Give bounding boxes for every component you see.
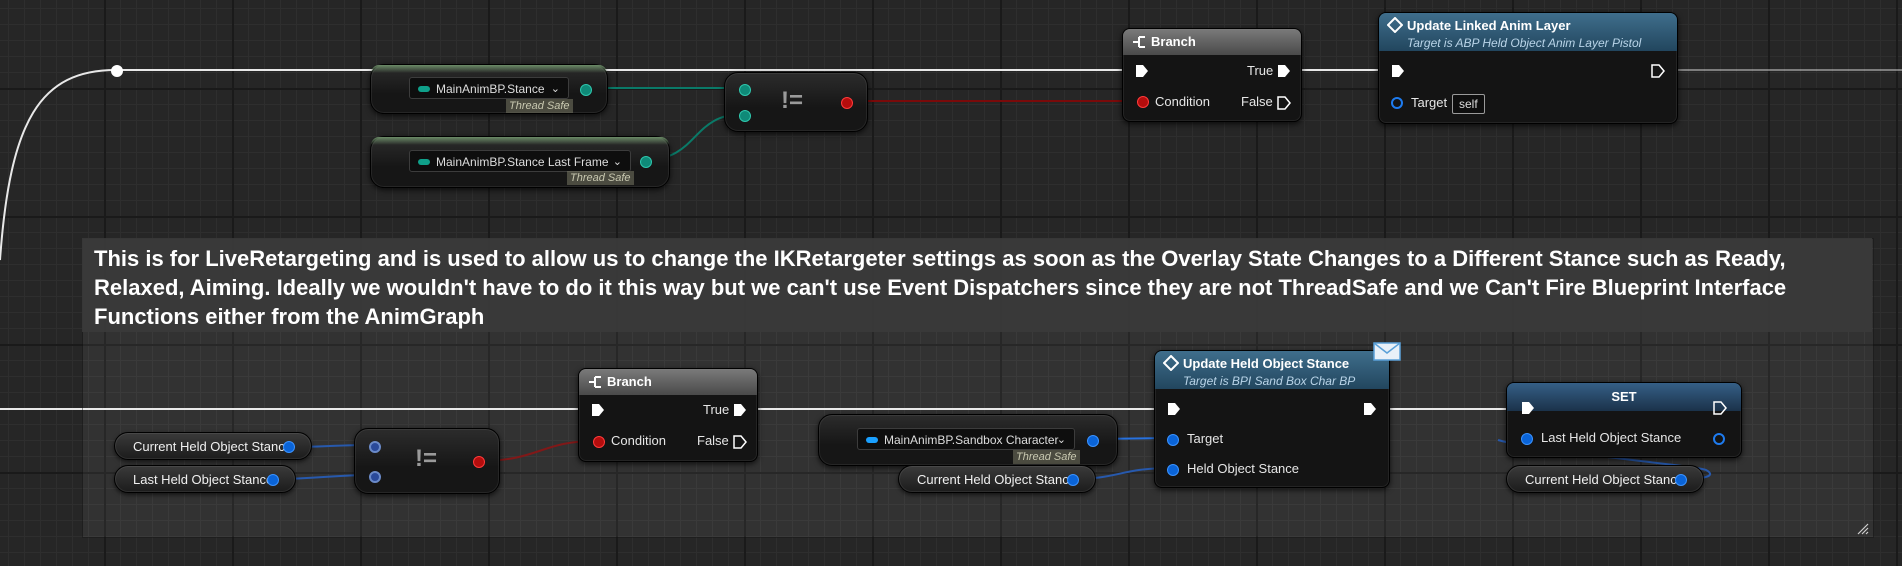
var-output-pin[interactable] [1675, 474, 1687, 486]
branch-header[interactable]: Branch [579, 369, 757, 395]
current-held-object-stance-var[interactable]: Current Held Object Stance [1506, 465, 1704, 493]
chevron-down-icon: ⌄ [612, 156, 622, 168]
set-header[interactable]: SET [1507, 383, 1741, 411]
exec-true-pin[interactable] [1277, 64, 1291, 78]
thread-safe-badge: Thread Safe [567, 171, 634, 185]
target-label: Target [1187, 431, 1224, 446]
target-pin[interactable] [1167, 434, 1179, 446]
getter-highlight [371, 137, 669, 145]
target-pin[interactable] [1391, 97, 1403, 109]
update-held-object-stance-subtitle: Target is BPI Sand Box Char BP [1183, 374, 1356, 388]
sandbox-character-var-box[interactable]: MainAnimBP.Sandbox Character ⌄ [857, 428, 1075, 450]
stance-getter-node[interactable]: MainAnimBP.Stance ⌄ Thread Safe [370, 64, 608, 114]
not-equal-symbol: != [415, 445, 438, 472]
var-output-pin[interactable] [283, 441, 295, 453]
function-icon [1163, 355, 1179, 371]
set-node[interactable]: SET Last Held Object Stance [1506, 382, 1742, 458]
chevron-down-icon: ⌄ [550, 83, 560, 95]
comment-text[interactable]: This is for LiveRetargeting and is used … [94, 244, 1854, 331]
thread-safe-badge: Thread Safe [1013, 450, 1080, 464]
update-held-object-stance-title: Update Held Object Stance [1183, 356, 1350, 371]
current-held-object-stance-var[interactable]: Current Held Object Stance [114, 432, 312, 460]
sandbox-character-output-pin[interactable] [1087, 435, 1099, 447]
exec-in-pin[interactable] [591, 403, 605, 417]
sandbox-character-getter-node[interactable]: MainAnimBP.Sandbox Character ⌄ Thread Sa… [818, 414, 1118, 466]
exec-out-pin[interactable] [1651, 64, 1665, 78]
branch-icon [589, 376, 601, 388]
value-in-pin[interactable] [1521, 433, 1533, 445]
var-label: Last Held Object Stance [133, 472, 274, 487]
not-equal-node[interactable]: != [724, 72, 868, 132]
chevron-down-icon: ⌄ [1056, 434, 1066, 446]
condition-pin[interactable] [593, 436, 605, 448]
value-out-pin[interactable] [1713, 433, 1725, 445]
input-a-pin[interactable] [739, 84, 751, 96]
target-self-field[interactable]: self [1452, 94, 1485, 114]
var-label: Current Held Object Stance [1525, 472, 1684, 487]
function-icon [1387, 17, 1403, 33]
var-label: Current Held Object Stance [917, 472, 1076, 487]
sandbox-character-var-label: MainAnimBP.Sandbox Character [884, 433, 1059, 447]
not-equal-symbol: != [781, 87, 804, 114]
stance-var-box[interactable]: MainAnimBP.Stance ⌄ [409, 77, 569, 99]
last-held-object-stance-var[interactable]: Last Held Object Stance [114, 465, 296, 493]
stance-last-frame-var-box[interactable]: MainAnimBP.Stance Last Frame ⌄ [409, 150, 631, 172]
set-pin-label: Last Held Object Stance [1541, 430, 1682, 445]
reroute-knot[interactable] [111, 65, 123, 77]
stance-last-frame-output-pin[interactable] [640, 156, 652, 168]
branch-false-label: False [697, 433, 729, 448]
var-label: Current Held Object Stance [133, 439, 292, 454]
held-object-stance-pin[interactable] [1167, 464, 1179, 476]
exec-in-pin[interactable] [1521, 401, 1535, 415]
branch-node[interactable]: Branch True Condition False [1122, 28, 1302, 122]
update-linked-anim-layer-header[interactable]: Update Linked Anim Layer Target is ABP H… [1379, 13, 1677, 51]
resize-grip-icon[interactable] [1856, 522, 1870, 536]
input-b-pin[interactable] [739, 110, 751, 122]
exec-out-pin[interactable] [1363, 402, 1377, 416]
branch-condition-label: Condition [1155, 94, 1210, 109]
update-held-object-stance-node[interactable]: Update Held Object Stance Target is BPI … [1154, 342, 1401, 488]
branch-condition-label: Condition [611, 433, 666, 448]
bool-output-pin[interactable] [841, 97, 853, 109]
stance-var-label: MainAnimBP.Stance [436, 82, 545, 96]
not-equal-node[interactable]: != [354, 428, 500, 494]
current-held-object-stance-var[interactable]: Current Held Object Stance [898, 465, 1096, 493]
input-b-pin[interactable] [369, 471, 381, 483]
var-output-pin[interactable] [267, 474, 279, 486]
getter-highlight [371, 65, 607, 73]
branch-icon [1133, 36, 1145, 48]
var-output-pin[interactable] [1067, 474, 1079, 486]
exec-false-pin[interactable] [1277, 96, 1291, 110]
branch-node[interactable]: Branch True Condition False [578, 368, 758, 462]
branch-false-label: False [1241, 94, 1273, 109]
branch-title: Branch [607, 374, 652, 389]
exec-false-pin[interactable] [733, 435, 747, 449]
update-linked-anim-layer-node[interactable]: Update Linked Anim Layer Target is ABP H… [1378, 12, 1678, 124]
bool-output-pin[interactable] [473, 456, 485, 468]
exec-out-pin[interactable] [1713, 401, 1727, 415]
stance-output-pin[interactable] [580, 84, 592, 96]
update-linked-anim-layer-subtitle: Target is ABP Held Object Anim Layer Pis… [1407, 36, 1642, 50]
object-type-pill [866, 437, 878, 443]
message-envelope-icon [1373, 342, 1401, 361]
thread-safe-badge: Thread Safe [506, 99, 573, 113]
condition-pin[interactable] [1137, 96, 1149, 108]
exec-true-pin[interactable] [733, 403, 747, 417]
exec-in-pin[interactable] [1391, 64, 1405, 78]
enum-type-pill [418, 159, 430, 165]
branch-true-label: True [703, 402, 730, 417]
exec-in-pin[interactable] [1135, 64, 1149, 78]
update-held-object-stance-header[interactable]: Update Held Object Stance Target is BPI … [1155, 351, 1389, 389]
branch-true-label: True [1247, 63, 1274, 78]
enum-type-pill [418, 86, 430, 92]
stance-last-frame-getter-node[interactable]: MainAnimBP.Stance Last Frame ⌄ Thread Sa… [370, 136, 670, 188]
target-label: Target [1411, 95, 1448, 110]
stance-last-frame-var-label: MainAnimBP.Stance Last Frame [436, 155, 609, 169]
branch-title: Branch [1151, 34, 1196, 49]
input-a-pin[interactable] [369, 441, 381, 453]
held-object-stance-label: Held Object Stance [1187, 461, 1300, 476]
update-linked-anim-layer-title: Update Linked Anim Layer [1407, 18, 1571, 33]
exec-in-pin[interactable] [1167, 402, 1181, 416]
branch-header[interactable]: Branch [1123, 29, 1301, 55]
